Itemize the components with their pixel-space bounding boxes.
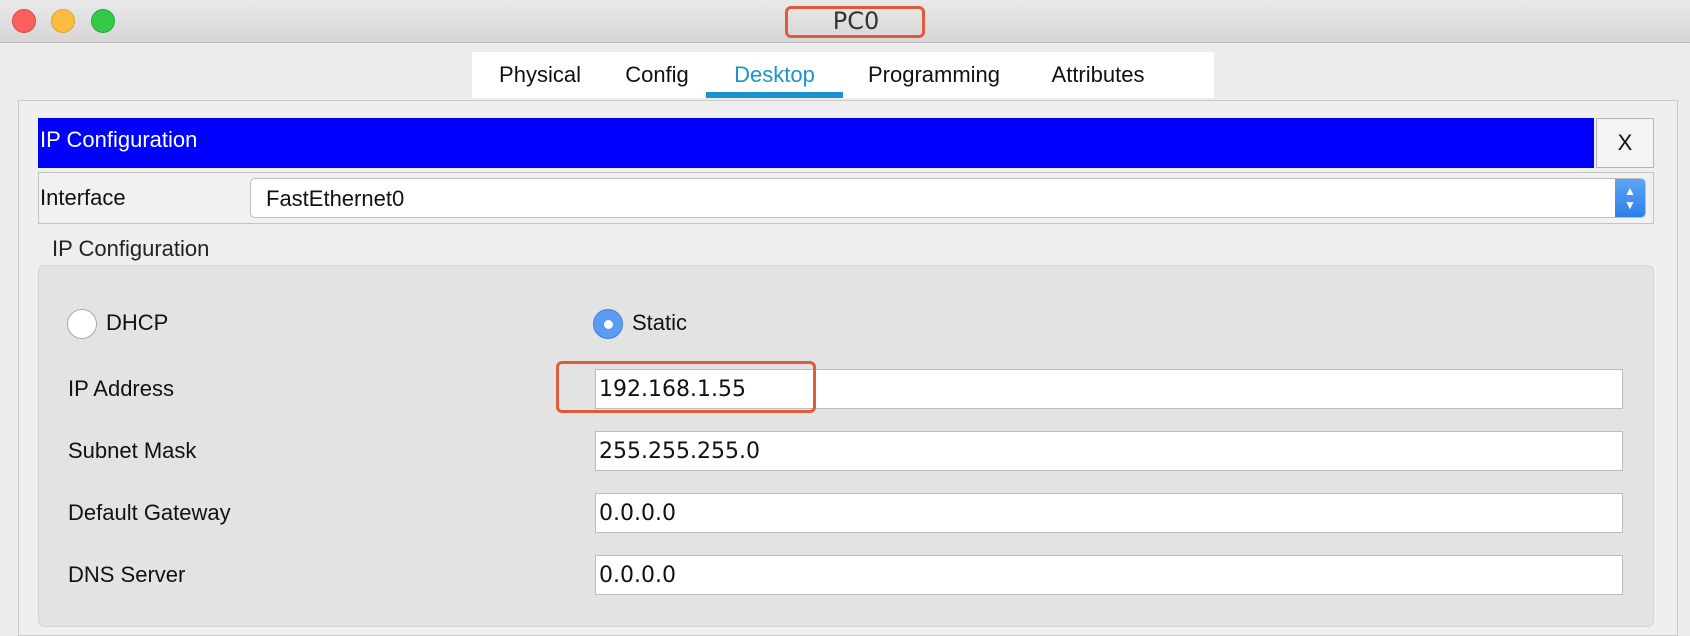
window-close-button[interactable] (12, 9, 36, 33)
window-zoom-button[interactable] (91, 9, 115, 33)
up-down-chevron-icon: ▲ ▼ (1615, 179, 1645, 217)
subnet-mask-label: Subnet Mask (68, 438, 197, 463)
window-minimize-button[interactable] (51, 9, 75, 33)
dhcp-radio[interactable] (67, 309, 97, 339)
tab-attributes[interactable]: Attributes (1025, 52, 1171, 98)
static-radio[interactable] (593, 309, 623, 339)
dns-server-field[interactable] (595, 555, 1623, 595)
tab-programming[interactable]: Programming (843, 52, 1025, 98)
tab-physical[interactable]: Physical (472, 52, 608, 98)
static-label: Static (632, 310, 688, 335)
default-gateway-label: Default Gateway (68, 500, 231, 525)
close-app-button[interactable]: X (1596, 118, 1654, 168)
tab-config[interactable]: Config (608, 52, 706, 98)
ip-address-highlight-box (556, 361, 816, 413)
interface-select-value: FastEthernet0 (266, 186, 405, 211)
tab-desktop[interactable]: Desktop (706, 52, 843, 98)
title-highlight-box (785, 6, 925, 38)
tab-bar: Physical Config Desktop Programming Attr… (472, 52, 1214, 98)
window-titlebar: PC0 (0, 0, 1690, 43)
section-title: IP Configuration (52, 236, 210, 261)
app-title-bar: IP Configuration (38, 118, 1594, 168)
interface-select[interactable]: FastEthernet0 ▲ ▼ (250, 178, 1646, 218)
dhcp-label: DHCP (106, 310, 169, 335)
interface-label: Interface (40, 185, 126, 210)
dns-server-label: DNS Server (68, 562, 186, 587)
ip-address-label: IP Address (68, 376, 174, 401)
default-gateway-field[interactable] (595, 493, 1623, 533)
subnet-mask-field[interactable] (595, 431, 1623, 471)
